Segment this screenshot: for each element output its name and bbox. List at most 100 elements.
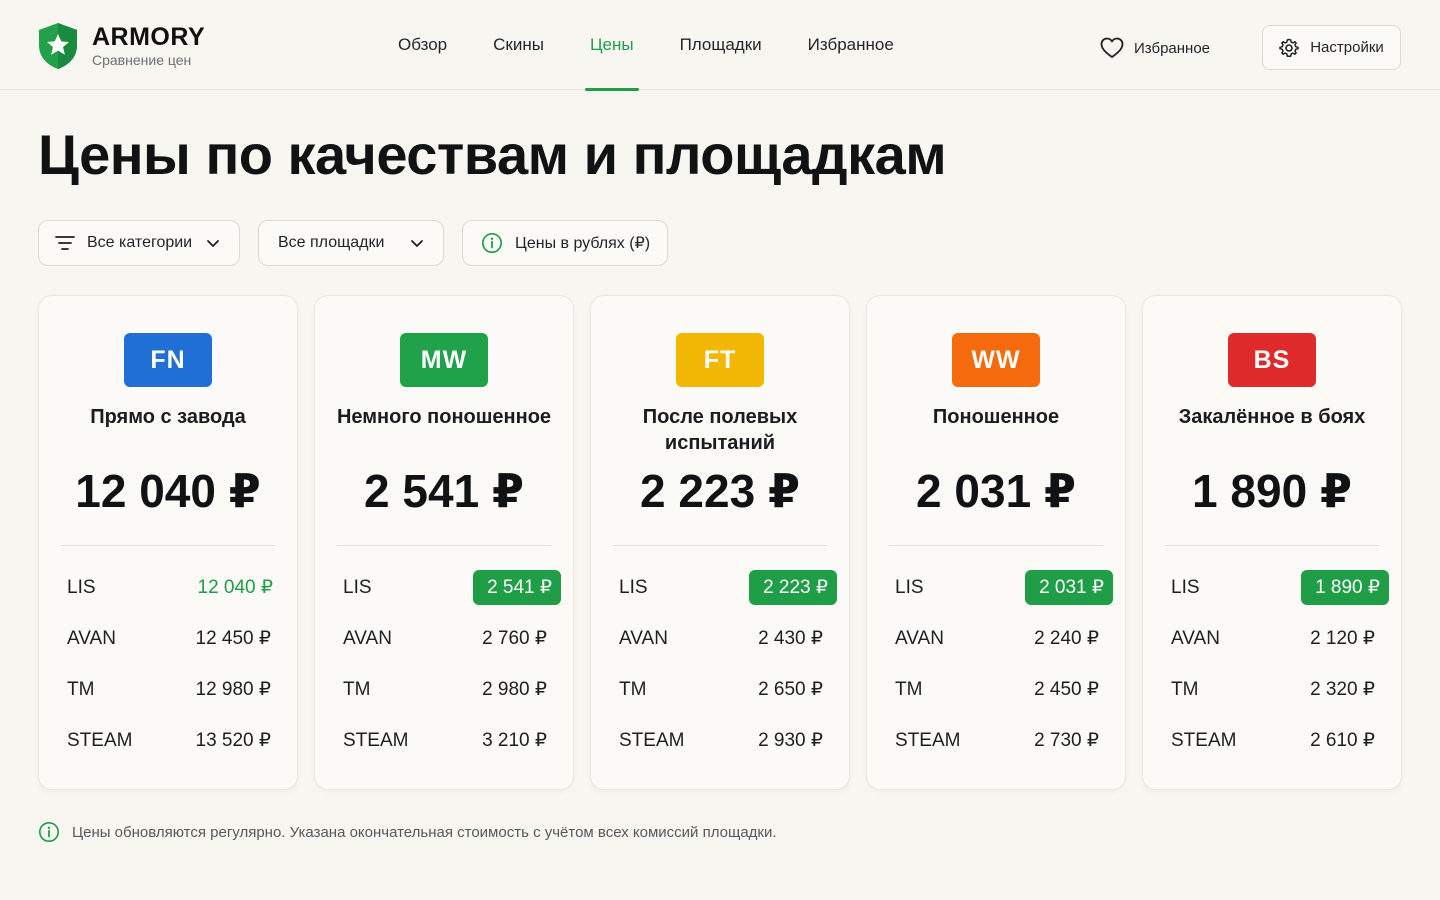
top-header: ARMORY Сравнение цен Обзор Скины Цены Пл… [0,0,1440,91]
quality-name: Прямо с завода [90,406,246,428]
market-name: AVAN [619,627,668,649]
market-row[interactable]: AVAN 2 430 ₽ [619,613,829,664]
market-row[interactable]: STEAM 3 210 ₽ [343,715,553,766]
market-row[interactable]: AVAN 2 120 ₽ [1171,613,1381,664]
market-row[interactable]: LIS 2 223 ₽ [619,562,837,613]
filter-icon [55,236,75,250]
market-name: TM [619,678,647,700]
category-filter-dropdown[interactable]: Все категории [38,220,240,266]
best-price: 1 890 ₽ [1192,465,1352,517]
market-name: STEAM [67,729,133,751]
market-row[interactable]: AVAN 2 760 ₽ [343,613,553,664]
market-name: LIS [619,576,648,598]
market-row[interactable]: LIS 12 040 ₽ [67,562,277,613]
best-price-pill: 2 541 ₽ [473,570,561,605]
market-row[interactable]: STEAM 2 930 ₽ [619,715,829,766]
market-name: LIS [895,576,924,598]
favorites-link[interactable]: Избранное [1100,30,1210,66]
divider [613,545,827,546]
nav-item-label: Избранное [807,35,894,54]
market-name: LIS [1171,576,1200,598]
page-title: Цены по качествам и площадкам [38,123,947,186]
best-price: 2 031 ₽ [916,465,1076,517]
market-name: STEAM [343,729,409,751]
market-name: AVAN [67,627,116,649]
quality-card-fn[interactable]: FN Прямо с завода 12 040 ₽ LIS 12 040 ₽ A… [38,295,298,790]
market-price: 2 610 ₽ [1310,730,1375,751]
chevron-down-icon [411,240,423,247]
nav-item-skins[interactable]: Скины [470,0,567,90]
market-name: STEAM [1171,729,1237,751]
main-nav: Обзор Скины Цены Площадки Избранное [375,0,917,91]
market-name: LIS [67,576,96,598]
quality-card-bs[interactable]: BS Закалённое в боях 1 890 ₽ LIS 1 890 ₽ … [1142,295,1402,790]
quality-card-mw[interactable]: MW Немного поношенное 2 541 ₽ LIS 2 541 ₽… [314,295,574,790]
brand-tagline: Сравнение цен [92,52,192,68]
brand-logo[interactable]: ARMORY Сравнение цен [36,20,236,72]
shield-star-icon [39,23,77,69]
platform-filter-label: Все площадки [278,234,385,251]
market-row[interactable]: STEAM 13 520 ₽ [67,715,277,766]
market-price: 2 650 ₽ [758,679,823,700]
market-price-list: LIS 2 541 ₽ AVAN 2 760 ₽ TM 2 980 ₽ STEAM 3 … [343,562,561,766]
divider [1165,545,1379,546]
market-row[interactable]: LIS 2 031 ₽ [895,562,1113,613]
nav-item-platforms[interactable]: Площадки [657,0,785,90]
market-name: AVAN [895,627,944,649]
nav-item-prices[interactable]: Цены [567,0,657,91]
market-row[interactable]: TM 2 980 ₽ [343,664,553,715]
divider [337,545,551,546]
quality-badge: WW [952,333,1040,387]
favorites-label: Избранное [1134,39,1211,57]
quality-badge: BS [1228,333,1316,387]
market-row[interactable]: LIS 1 890 ₽ [1171,562,1389,613]
gear-icon [1279,38,1299,57]
market-row[interactable]: AVAN 2 240 ₽ [895,613,1105,664]
market-row[interactable]: TM 2 320 ₽ [1171,664,1381,715]
currency-info-chip[interactable]: Цены в рублях (₽) [462,220,668,266]
market-name: LIS [343,576,372,598]
quality-card-ft[interactable]: FT После полевых испытаний 2 223 ₽ LIS 2 … [590,295,850,790]
quality-badge: FT [676,333,764,387]
best-price-pill: 2 031 ₽ [1025,570,1113,605]
quality-card-ww[interactable]: WW Поношенное 2 031 ₽ LIS 2 031 ₽ AVAN 2 2… [866,295,1126,790]
settings-button[interactable]: Настройки [1262,25,1401,70]
market-row[interactable]: TM 12 980 ₽ [67,664,277,715]
currency-label: Цены в рублях (₽) [515,235,651,252]
market-row[interactable]: LIS 2 541 ₽ [343,562,561,613]
nav-item-overview[interactable]: Обзор [375,0,470,90]
market-row[interactable]: STEAM 2 610 ₽ [1171,715,1381,766]
market-price: 2 980 ₽ [482,679,547,700]
market-name: TM [895,678,923,700]
divider [889,545,1103,546]
market-row[interactable]: STEAM 2 730 ₽ [895,715,1105,766]
quality-name: Немного поношенное [336,406,552,428]
footer-note: Цены обновляются регулярно. Указана окон… [38,821,777,843]
market-name: STEAM [619,729,685,751]
market-name: TM [67,678,95,700]
market-price: 12 980 ₽ [195,679,271,700]
quality-badge: MW [400,333,488,387]
market-row[interactable]: TM 2 650 ₽ [619,664,829,715]
market-name: AVAN [1171,627,1220,649]
market-price: 2 760 ₽ [482,628,547,649]
brand-name: ARMORY [92,23,206,51]
market-price: 2 450 ₽ [1034,679,1099,700]
market-name: TM [343,678,371,700]
best-price: 2 541 ₽ [364,465,524,517]
divider [61,545,275,546]
best-price: 2 223 ₽ [640,465,800,517]
market-price: 3 210 ₽ [482,730,547,751]
quality-badge: FN [124,333,212,387]
market-row[interactable]: AVAN 12 450 ₽ [67,613,277,664]
info-icon [39,822,59,842]
market-name: STEAM [895,729,961,751]
market-price: 2 240 ₽ [1034,628,1099,649]
nav-item-favorites[interactable]: Избранное [785,0,917,90]
platform-filter-dropdown[interactable]: Все площадки [258,220,444,266]
market-price: 2 120 ₽ [1310,628,1375,649]
market-price-list: LIS 2 031 ₽ AVAN 2 240 ₽ TM 2 450 ₽ STEAM 2 … [895,562,1113,766]
market-price-list: LIS 12 040 ₽ AVAN 12 450 ₽ TM 12 980 ₽ STEA… [67,562,277,766]
chevron-down-icon [207,240,219,247]
market-row[interactable]: TM 2 450 ₽ [895,664,1105,715]
